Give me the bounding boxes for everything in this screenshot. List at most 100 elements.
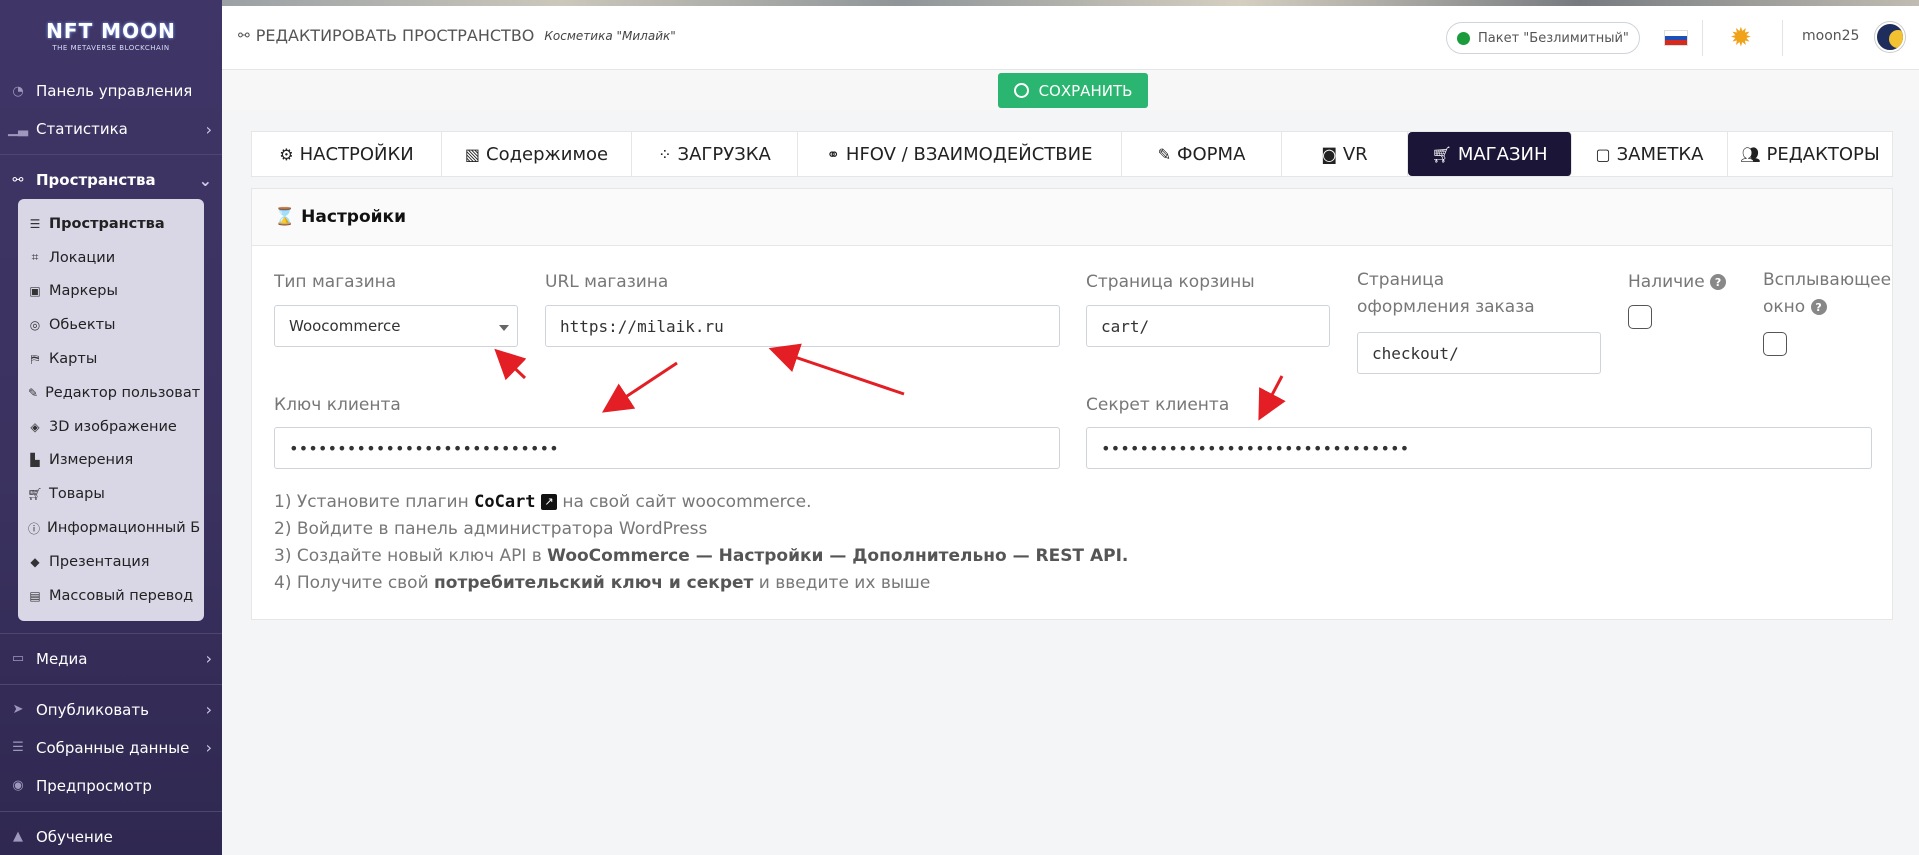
tab-editors[interactable]: 👥︎ РЕДАКТОРЫ (1728, 132, 1892, 176)
package-badge[interactable]: Пакет "Безлимитный" (1446, 22, 1640, 54)
instructions: 1) Установите плагин CoCart ↗ на свой са… (274, 489, 1128, 597)
popup-label: Всплывающее окно ? (1763, 267, 1891, 321)
bullseye-icon: ◎ (29, 318, 41, 333)
tab-note[interactable]: ▢ ЗАМЕТКА (1572, 132, 1728, 176)
sidebar-item-label: Пространства (36, 171, 156, 189)
chevron-right-icon: › (205, 700, 212, 720)
topbar: ⚯ РЕДАКТИРОВАТЬ ПРОСТРАНСТВО Косметика "… (222, 0, 1919, 70)
tab-label: НАСТРОЙКИ (299, 143, 414, 165)
tab-label: ЗАМЕТКА (1616, 143, 1704, 165)
cart-page-input[interactable]: cart/ (1086, 305, 1330, 347)
cart-icon: 🛒︎ (1431, 144, 1452, 164)
page-title-text: РЕДАКТИРОВАТЬ ПРОСТРАНСТВО (255, 26, 535, 45)
tab-label: ФОРМА (1177, 143, 1246, 165)
shop-type-label: Тип магазина (274, 272, 397, 292)
sidebar-item-collected-data[interactable]: ☰ Собранные данные › (0, 729, 222, 767)
checkout-page-input[interactable]: checkout/ (1357, 332, 1601, 374)
sidebar-item-label: Опубликовать (36, 700, 149, 719)
cocart-link[interactable]: CoCart (474, 492, 535, 512)
submenu-item-measurements[interactable]: ▙ Измерения (18, 444, 204, 478)
question-icon[interactable]: ? (1710, 274, 1727, 290)
submenu-label: Редактор пользоват (45, 384, 201, 401)
submenu-item-presentation[interactable]: ◆ Презентация (18, 545, 204, 579)
shop-type-select[interactable]: Woocommerce (274, 305, 518, 347)
sidebar: NFT MOON THE METAVERSE BLOCKCHAIN ◔ Пане… (0, 0, 222, 855)
sidebar-item-label: Медиа (36, 649, 88, 668)
users-icon: 👥︎ (1740, 144, 1761, 164)
client-key-label: Ключ клиента (274, 395, 401, 415)
username[interactable]: moon25 (1802, 28, 1859, 44)
database-icon: ☰ (12, 740, 24, 756)
submenu-item-spaces[interactable]: ☰ Пространства (18, 207, 204, 241)
sidebar-item-preview[interactable]: ◉ Предпросмотр (0, 767, 222, 805)
client-key-input[interactable]: •••••••••••••••••••••••••••• (274, 427, 1060, 469)
logo[interactable]: NFT MOON THE METAVERSE BLOCKCHAIN (0, 0, 222, 70)
submenu-label: Локации (49, 249, 116, 266)
tab-label: МАГАЗИН (1457, 143, 1548, 165)
tab-hfov[interactable]: ⚭ HFOV / ВЗАИМОДЕЙСТВИЕ (798, 132, 1122, 176)
submenu-item-locations[interactable]: ⌗ Локации (18, 241, 204, 275)
submenu-item-objects[interactable]: ◎ Обьекты (18, 308, 204, 342)
translate-icon: ▤ (29, 588, 41, 603)
submenu-item-products[interactable]: 🛒︎ Товары (18, 477, 204, 511)
shop-type-value: Woocommerce (289, 317, 401, 335)
divider (0, 154, 222, 155)
settings-card: ⌛ Настройки Тип магазина Woocommerce URL… (251, 188, 1893, 620)
chevron-right-icon: › (205, 119, 212, 139)
instruction-bold: потребительский ключ и секрет (434, 573, 754, 593)
client-secret-value: •••••••••••••••••••••••••••••••• (1101, 438, 1410, 458)
instruction-text: и введите их выше (753, 573, 931, 593)
paper-plane-icon: ➤ (12, 702, 24, 718)
sidebar-item-publish[interactable]: ➤ Опубликовать › (0, 691, 222, 729)
sidebar-item-statistics[interactable]: ▁▃ Статистика › (0, 110, 222, 148)
package-label: Пакет "Безлимитный" (1478, 30, 1629, 46)
submenu-item-user-editor[interactable]: ✎ Редактор пользоват (18, 376, 204, 410)
tab-content[interactable]: ▧ Содержимое (442, 132, 632, 176)
submenu-item-maps[interactable]: ⛿ Карты (18, 342, 204, 376)
tab-loading[interactable]: ⁘ ЗАГРУЗКА (632, 132, 798, 176)
chevron-down-icon: ⌄ (198, 170, 212, 190)
save-button[interactable]: СОХРАНИТЬ (998, 73, 1148, 108)
submenu-item-markers[interactable]: ▣ Маркеры (18, 275, 204, 309)
shop-url-input[interactable]: https://milaik.ru (545, 305, 1060, 347)
divider (0, 810, 222, 812)
avatar[interactable] (1875, 22, 1905, 52)
sidebar-item-spaces[interactable]: ⚯ Пространства ⌄ (0, 161, 222, 199)
tab-shop[interactable]: 🛒︎ МАГАЗИН (1408, 132, 1572, 176)
external-link-icon[interactable]: ↗ (540, 494, 557, 510)
tab-bar: ⚙ НАСТРОЙКИ ▧ Содержимое ⁘ ЗАГРУЗКА ⚭ HFOV /… (251, 131, 1893, 177)
tab-vr[interactable]: ◙ VR (1282, 132, 1408, 176)
client-key-value: •••••••••••••••••••••••••••• (289, 438, 559, 458)
sidebar-item-media[interactable]: ▭ Медиа › (0, 640, 222, 678)
russian-flag-icon[interactable] (1664, 30, 1688, 46)
question-icon[interactable]: ? (1810, 299, 1827, 315)
hourglass-icon: ⌛ (274, 207, 296, 227)
share-icon: ⚯ (238, 27, 250, 44)
tab-settings[interactable]: ⚙ НАСТРОЙКИ (252, 132, 442, 176)
sidebar-item-learning[interactable]: ▲ Обучение (0, 818, 222, 855)
submenu-label: Информационный Б (47, 520, 201, 537)
checkout-page-value: checkout/ (1372, 343, 1459, 363)
cart-page-label: Страница корзины (1086, 272, 1255, 292)
eye-icon: ◉ (12, 778, 24, 794)
sidebar-item-dashboard[interactable]: ◔ Панель управления (0, 72, 222, 110)
popup-checkbox[interactable] (1763, 332, 1787, 356)
cart-page-value: cart/ (1101, 316, 1150, 336)
binoculars-icon: ⚭ (826, 144, 840, 164)
chart-icon: ▙ (30, 453, 40, 468)
client-secret-input[interactable]: •••••••••••••••••••••••••••••••• (1086, 427, 1872, 469)
submenu-label: Товары (49, 486, 105, 503)
sidebar-item-label: Панель управления (36, 82, 193, 100)
tab-form[interactable]: ✎ ФОРМА (1122, 132, 1282, 176)
image-icon: ▣ (29, 284, 41, 299)
submenu-item-3d-image[interactable]: ◈ 3D изображение (18, 410, 204, 444)
instruction-line-4: 4) Получите свой потребительский ключ и … (274, 570, 1128, 597)
stock-checkbox[interactable] (1628, 305, 1652, 329)
status-dot-icon (1457, 31, 1470, 45)
submenu-item-bulk-translate[interactable]: ▤ Массовый перевод (18, 579, 204, 613)
sun-icon[interactable]: ✹ (1730, 25, 1756, 51)
submenu-item-info[interactable]: ⓘ Информационный Б (18, 511, 204, 545)
submenu-label: Презентация (49, 553, 150, 570)
spaces-submenu: ☰ Пространства ⌗ Локации ▣ Маркеры ◎ Обьекты… (18, 199, 204, 621)
instruction-text: 4) Получите свой (274, 573, 435, 593)
